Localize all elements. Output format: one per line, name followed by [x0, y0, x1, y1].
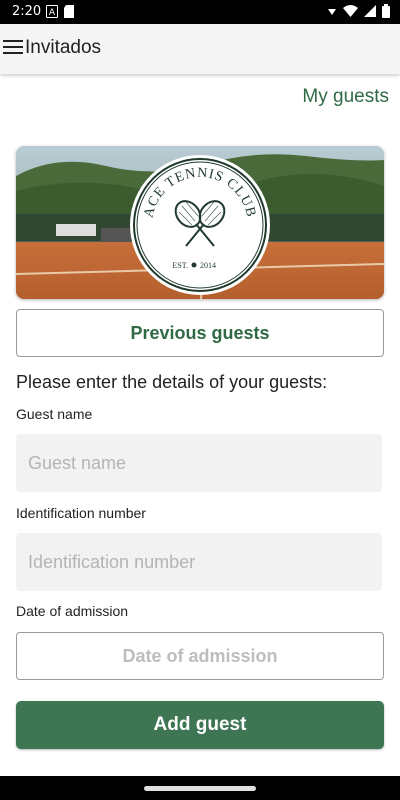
form-intro: Please enter the details of your guests: [16, 372, 328, 392]
status-time: 2:20 [12, 4, 42, 19]
club-year: 2014 [200, 261, 216, 270]
tennis-court-photo: ACE TENNIS CLUB EST. 2014 [16, 146, 384, 299]
guest-name-label: Guest name [16, 406, 93, 422]
date-admission-button[interactable]: Date of admission [16, 632, 384, 680]
status-bar: 2:20 A [0, 0, 400, 24]
app-bar: Invitados [0, 24, 400, 74]
previous-guests-button[interactable]: Previous guests [16, 309, 384, 357]
menu-icon[interactable] [3, 40, 23, 56]
status-right [327, 4, 390, 18]
my-guests-link[interactable]: My guests [302, 86, 389, 108]
date-admission-label: Date of admission [16, 603, 129, 619]
id-number-label: Identification number [16, 505, 146, 521]
add-guest-button[interactable]: Add guest [16, 701, 384, 749]
wifi-icon [343, 5, 358, 17]
sd-card-icon [64, 5, 74, 18]
data-arrows-icon [328, 9, 336, 15]
svg-text:A: A [49, 8, 56, 18]
battery-icon [382, 4, 390, 18]
a-notification-icon: A [46, 5, 58, 18]
home-gesture-handle[interactable] [144, 786, 256, 791]
guest-name-input[interactable] [16, 434, 382, 492]
page-title: Invitados [25, 37, 102, 58]
navigation-bar [0, 776, 400, 800]
club-est: EST. [172, 261, 188, 270]
id-number-input[interactable] [16, 533, 382, 591]
club-banner: ACE TENNIS CLUB EST. 2014 [16, 146, 384, 299]
signal-icon [364, 5, 376, 17]
